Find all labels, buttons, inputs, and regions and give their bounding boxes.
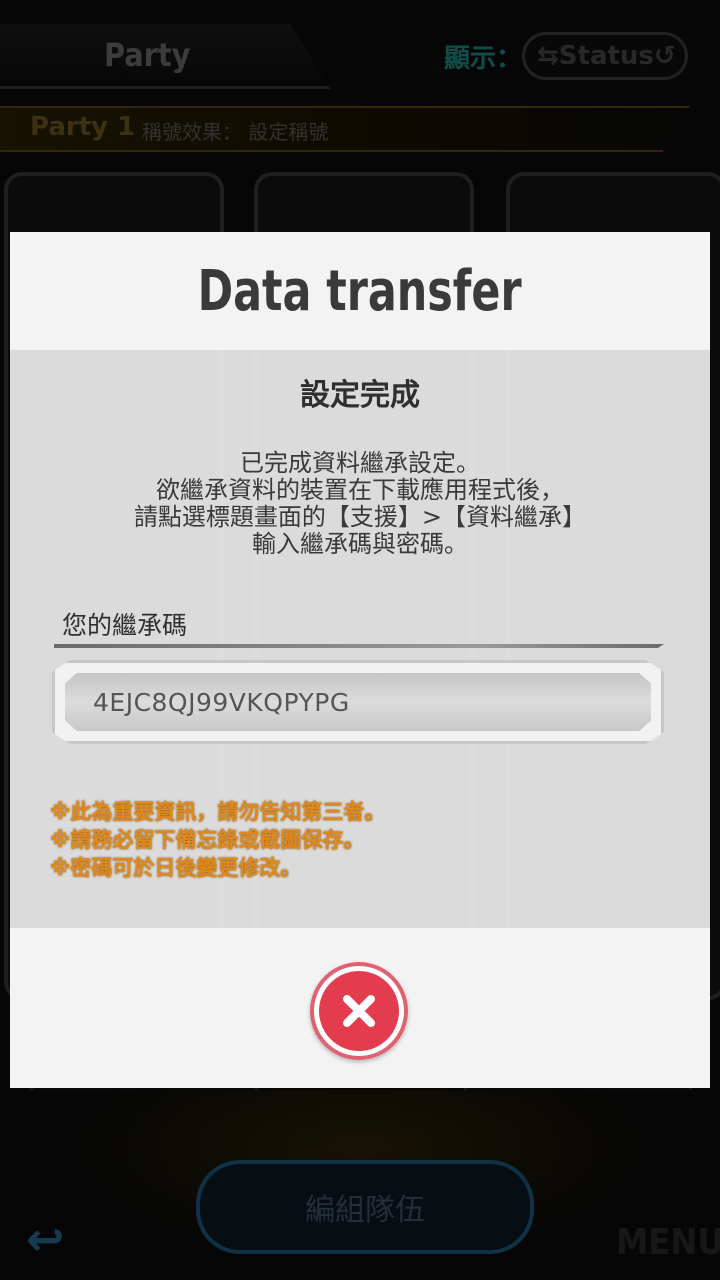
- message-line: 請點選標題畫面的【支援】>【資料繼承】: [133, 503, 587, 531]
- warning-line: ※此為重要資訊，請勿告知第三者。: [50, 800, 386, 824]
- dialog-subtitle: 設定完成: [300, 378, 420, 413]
- transfer-code-field[interactable]: 4EJC8QJ99VKQPYPG: [52, 660, 664, 744]
- dialog-title: Data transfer: [197, 258, 522, 324]
- dialog-footer: [10, 928, 710, 1088]
- close-button-face: [319, 971, 399, 1051]
- transfer-code-field-inner: 4EJC8QJ99VKQPYPG: [65, 673, 651, 731]
- warning-list: ※此為重要資訊，請勿告知第三者。 ※請務必留下備忘錄或截圖保存。 ※密碼可於日後…: [50, 798, 385, 882]
- message-line: 欲繼承資料的裝置在下載應用程式後，: [156, 476, 564, 504]
- dialog-header: Data transfer: [10, 232, 710, 350]
- label-underline: [54, 644, 664, 648]
- transfer-code-label: 您的繼承碼: [62, 611, 188, 640]
- dialog-body: 設定完成 已完成資料繼承設定。 欲繼承資料的裝置在下載應用程式後， 請點選標題畫…: [10, 350, 710, 928]
- warning-line: ※密碼可於日後變更修改。: [50, 856, 302, 880]
- warning-line: ※請務必留下備忘錄或截圖保存。: [50, 828, 365, 852]
- dialog-message: 已完成資料繼承設定。 欲繼承資料的裝置在下載應用程式後， 請點選標題畫面的【支援…: [10, 450, 710, 558]
- transfer-code-value[interactable]: 4EJC8QJ99VKQPYPG: [93, 673, 350, 731]
- message-line: 已完成資料繼承設定。: [240, 449, 480, 477]
- close-icon: [343, 995, 375, 1027]
- data-transfer-dialog: Data transfer 設定完成 已完成資料繼承設定。 欲繼承資料的裝置在下…: [10, 232, 710, 1088]
- close-button[interactable]: [310, 962, 408, 1060]
- message-line: 輸入繼承碼與密碼。: [252, 530, 468, 558]
